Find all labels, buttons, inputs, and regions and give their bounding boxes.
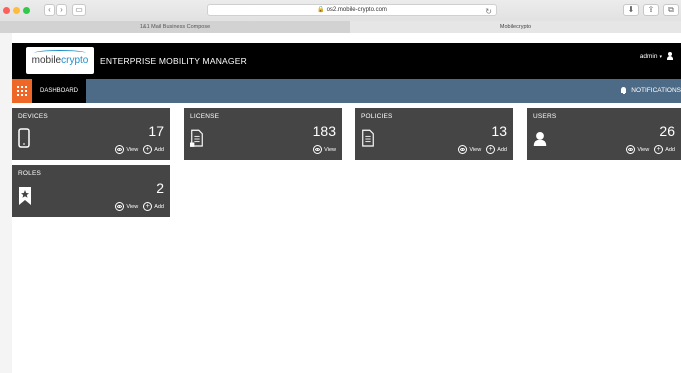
user-menu-label: admin (639, 53, 658, 60)
view-policies-button[interactable]: View (458, 145, 481, 154)
reload-icon[interactable]: ↻ (485, 6, 492, 17)
plus-circle-icon: + (143, 202, 153, 211)
view-license-button[interactable]: View (313, 145, 336, 154)
tabs-icon: ⧉ (668, 5, 674, 14)
tile-users[interactable]: USERS 26 View + Add (527, 108, 681, 160)
tile-title: LICENSE (190, 113, 220, 120)
caret-down-icon: ▾ (659, 54, 662, 60)
plus-circle-icon: + (486, 145, 496, 154)
address-bar[interactable]: 🔒 os2.mobile-crypto.com ↻ (207, 4, 497, 16)
back-button[interactable]: ‹ (44, 4, 55, 16)
tile-actions: View + Add (115, 145, 164, 154)
tile-title: POLICIES (361, 113, 393, 120)
nav-tab-dashboard[interactable]: DASHBOARD (32, 79, 86, 103)
add-policy-button[interactable]: + Add (486, 145, 507, 154)
notifications-label: NOTIFICATIONS (631, 87, 681, 94)
tile-title: ROLES (18, 170, 42, 177)
app-title: ENTERPRISE MOBILITY MANAGER (100, 56, 247, 66)
view-devices-button[interactable]: View (115, 145, 138, 154)
tab-mobilecrypto[interactable]: Mobilecrypto (350, 21, 681, 33)
minimize-window-button[interactable] (13, 7, 20, 14)
bell-icon (621, 87, 627, 94)
dashboard-content: DEVICES 17 View + Add LICENSE 183 View P… (12, 103, 681, 373)
tabs-overview-button[interactable]: ⧉ (663, 4, 679, 16)
grid-icon (17, 86, 27, 96)
browser-chrome: ‹ › ▭ 🔒 os2.mobile-crypto.com ↻ ⬇ ⇪ ⧉ 1&1… (0, 0, 681, 33)
user-avatar-icon (667, 52, 673, 60)
user-icon (533, 132, 547, 146)
tile-actions: View + Add (115, 202, 164, 211)
tile-policies[interactable]: POLICIES 13 View + Add (355, 108, 513, 160)
share-icon: ⇪ (647, 5, 655, 14)
lock-icon: 🔒 (317, 7, 325, 13)
maximize-window-button[interactable] (23, 7, 30, 14)
bookmark-star-icon (19, 187, 31, 205)
app-header: mobilecrypto ENTERPRISE MOBILITY MANAGER… (12, 43, 681, 79)
tile-actions: View (313, 145, 336, 154)
logo-swoosh-icon (34, 50, 86, 56)
tile-count: 183 (312, 123, 336, 139)
tile-devices[interactable]: DEVICES 17 View + Add (12, 108, 170, 160)
view-roles-button[interactable]: View (115, 202, 138, 211)
license-document-icon (190, 129, 203, 147)
app-grid-button[interactable] (12, 79, 32, 103)
tile-count: 17 (148, 123, 164, 139)
tab-bar: 1&1 Mail Business Compose Mobilecrypto (0, 21, 681, 33)
sidebar-icon: ▭ (75, 5, 83, 14)
policy-document-icon (362, 129, 374, 147)
sidebar-toggle-button[interactable]: ▭ (72, 4, 86, 16)
tile-license[interactable]: LICENSE 183 View (184, 108, 342, 160)
eye-icon (115, 145, 125, 154)
screen: ‹ › ▭ 🔒 os2.mobile-crypto.com ↻ ⬇ ⇪ ⧉ 1&1… (0, 0, 681, 373)
tab-mail-compose[interactable]: 1&1 Mail Business Compose (0, 21, 350, 33)
eye-icon (458, 145, 468, 154)
tile-count: 26 (659, 123, 675, 139)
download-icon: ⬇ (627, 5, 635, 14)
url-text: os2.mobile-crypto.com (326, 7, 387, 13)
user-menu[interactable]: admin ▾ (640, 52, 673, 60)
plus-circle-icon: + (654, 145, 664, 154)
forward-button[interactable]: › (56, 4, 67, 16)
mobile-device-icon (18, 128, 30, 148)
add-role-button[interactable]: + Add (143, 202, 164, 211)
download-button[interactable]: ⬇ (623, 4, 639, 16)
plus-circle-icon: + (143, 145, 153, 154)
page-left-margin (0, 33, 12, 373)
tile-roles[interactable]: ROLES 2 View + Add (12, 165, 170, 217)
add-user-button[interactable]: + Add (654, 145, 675, 154)
add-device-button[interactable]: + Add (143, 145, 164, 154)
chevron-right-icon: › (60, 5, 63, 14)
tile-actions: View + Add (626, 145, 675, 154)
mobilecrypto-logo[interactable]: mobilecrypto (26, 47, 94, 74)
eye-icon (313, 145, 323, 154)
notifications-button[interactable]: NOTIFICATIONS (621, 79, 681, 103)
tile-count: 13 (491, 123, 507, 139)
close-window-button[interactable] (3, 7, 10, 14)
tile-actions: View + Add (458, 145, 507, 154)
tile-title: DEVICES (18, 113, 48, 120)
tile-title: USERS (533, 113, 557, 120)
tile-count: 2 (156, 180, 164, 196)
view-users-button[interactable]: View (626, 145, 649, 154)
chevron-left-icon: ‹ (48, 5, 51, 14)
share-button[interactable]: ⇪ (643, 4, 659, 16)
eye-icon (626, 145, 636, 154)
main-navbar: DASHBOARD NOTIFICATIONS (12, 79, 681, 103)
eye-icon (115, 202, 125, 211)
